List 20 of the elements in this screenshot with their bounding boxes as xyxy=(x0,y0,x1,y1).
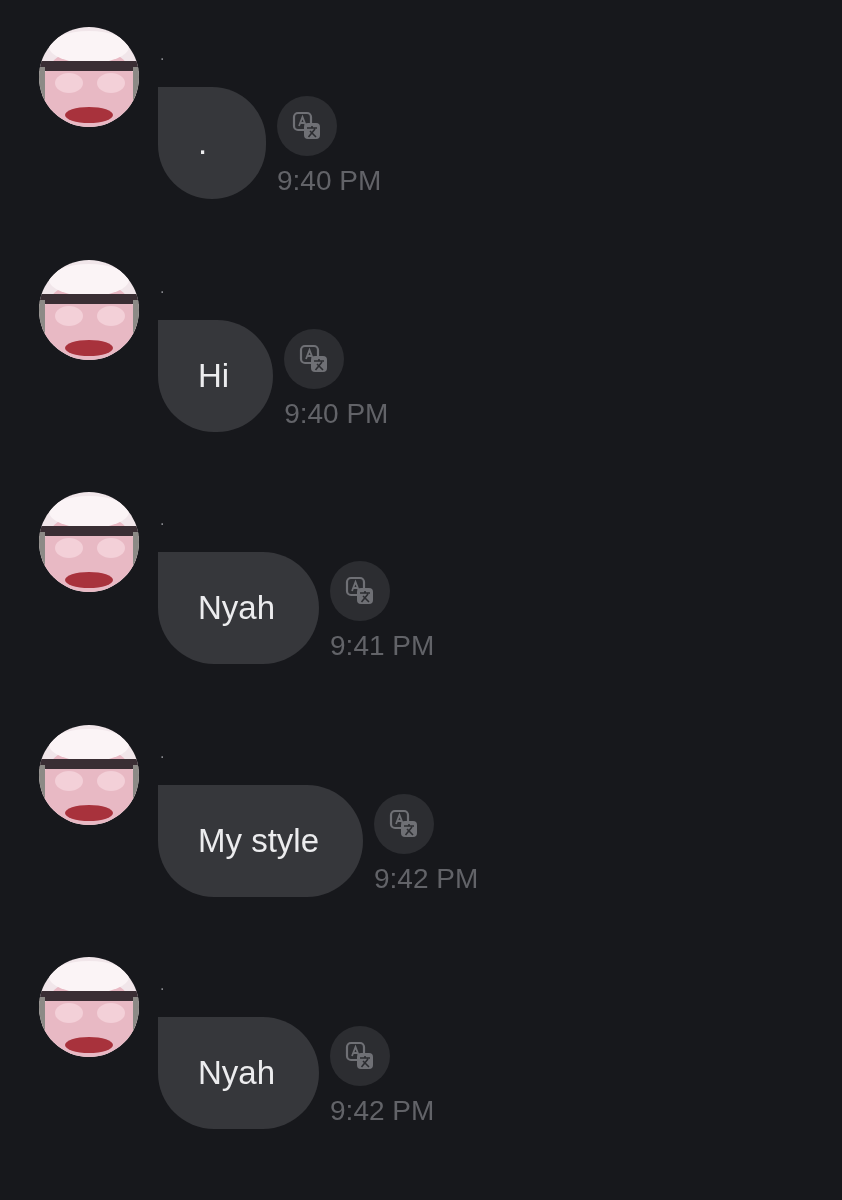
message-time: 9:40 PM xyxy=(284,397,389,430)
message-time: 9:40 PM xyxy=(277,165,382,197)
message-bubble: Nyah xyxy=(158,1017,320,1129)
translate-icon xyxy=(299,343,330,374)
message-bubble: . xyxy=(158,87,266,199)
sender-name: . xyxy=(159,45,165,65)
message-time: 9:42 PM xyxy=(330,1095,435,1127)
sender-name: . xyxy=(159,742,165,763)
translate-icon xyxy=(345,576,376,606)
sender-name: . xyxy=(159,277,165,298)
message-bubble: My style xyxy=(158,784,363,897)
message-bubble: Nyah xyxy=(158,552,320,664)
translate-icon xyxy=(345,1041,376,1071)
message-time: 9:42 PM xyxy=(374,862,479,895)
translate-icon xyxy=(292,111,322,141)
sender-name: . xyxy=(159,975,165,995)
message-bubble: Hi xyxy=(158,319,274,432)
message-time: 9:41 PM xyxy=(330,630,435,662)
translate-icon xyxy=(389,808,419,839)
sender-name: . xyxy=(159,510,165,530)
